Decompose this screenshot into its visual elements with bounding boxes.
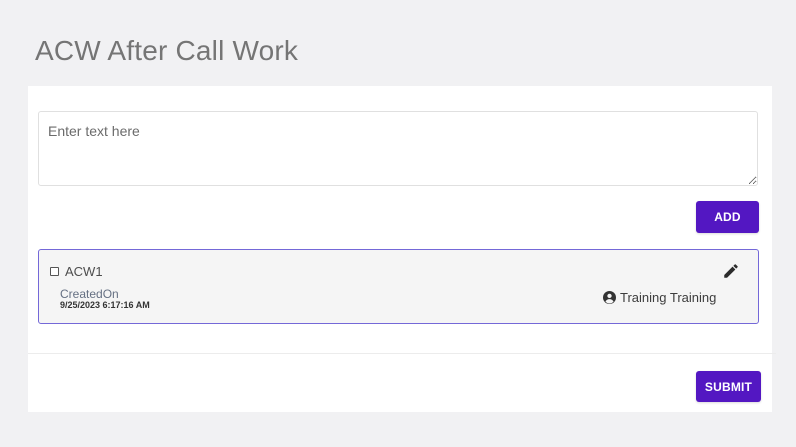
created-on-label: CreatedOn <box>60 287 119 301</box>
item-title: ACW1 <box>65 264 103 279</box>
pencil-icon[interactable] <box>722 262 740 280</box>
item-user: Training Training <box>603 290 716 305</box>
acw-list-item: ACW1 CreatedOn 9/25/2023 6:17:16 AM Trai… <box>38 249 759 324</box>
add-button[interactable]: ADD <box>696 201 759 233</box>
item-checkbox[interactable] <box>50 267 59 276</box>
account-circle-icon <box>603 291 616 304</box>
user-name: Training Training <box>620 290 717 305</box>
created-on-value: 9/25/2023 6:17:16 AM <box>60 300 150 310</box>
divider <box>28 353 776 354</box>
page-title: ACW After Call Work <box>35 35 299 66</box>
acw-card: ADD ACW1 CreatedOn 9/25/2023 6:17:16 AM … <box>28 86 776 412</box>
submit-button[interactable]: SUBMIT <box>696 371 761 402</box>
note-text-input[interactable] <box>38 111 758 186</box>
